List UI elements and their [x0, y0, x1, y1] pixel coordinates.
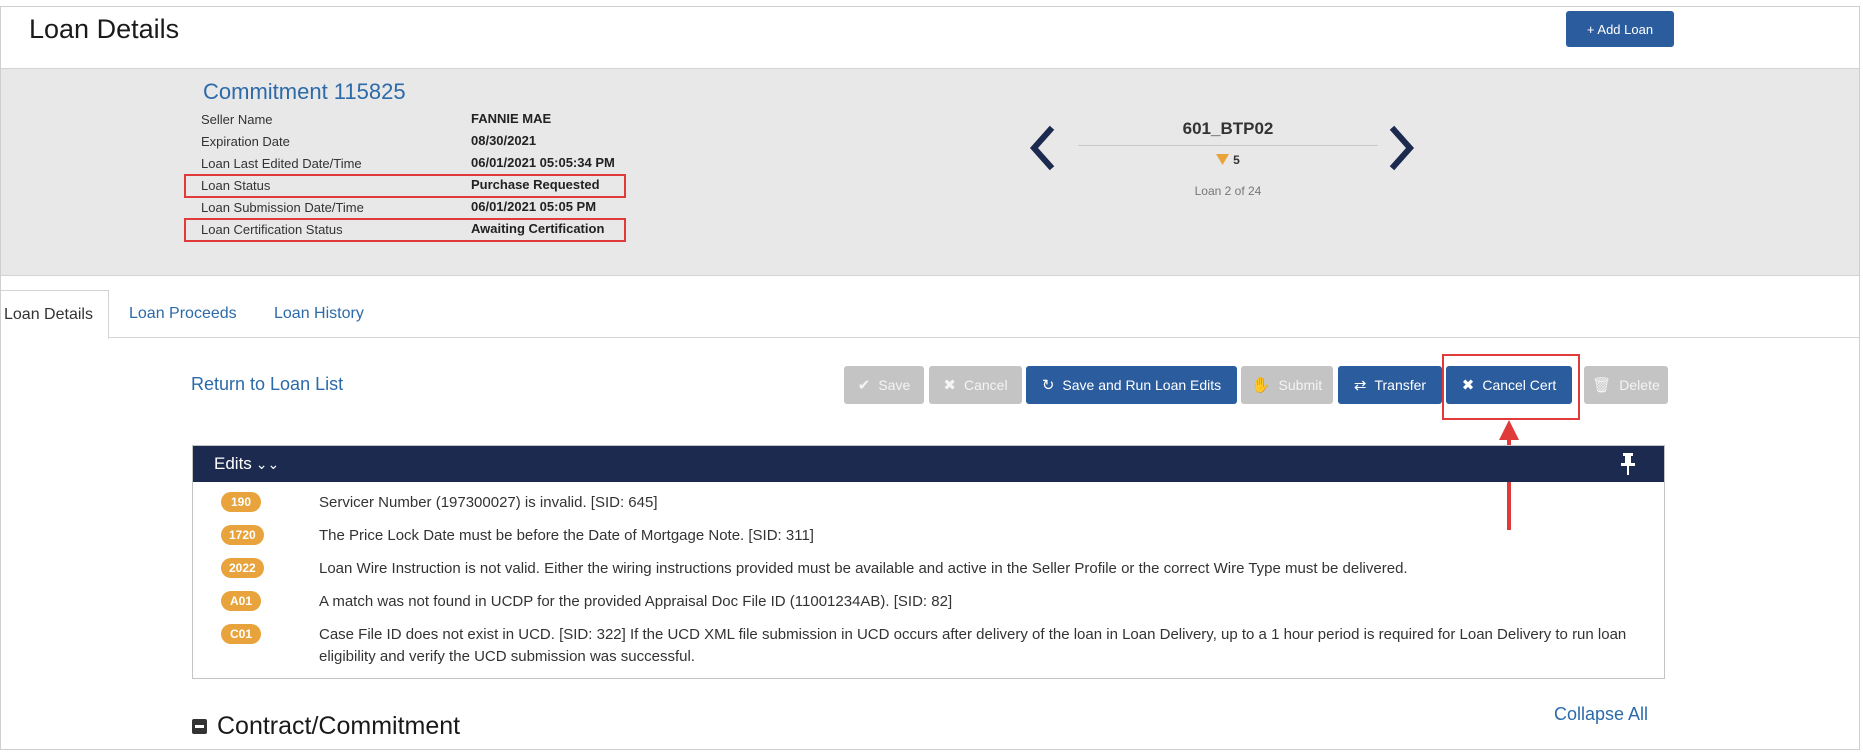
info-value: FANNIE MAE	[471, 111, 552, 126]
transfer-arrows-icon: ⇄	[1353, 376, 1367, 394]
tab-loan-details[interactable]: Loan Details	[1, 290, 109, 339]
save-button-label: Save	[878, 377, 911, 393]
save-and-run-loan-edits-button[interactable]: ↻ Save and Run Loan Edits	[1026, 366, 1237, 404]
cancel-cert-highlight	[1442, 354, 1580, 420]
save-button[interactable]: ✔ Save	[844, 366, 924, 404]
transfer-button[interactable]: ⇄ Transfer	[1338, 366, 1442, 404]
info-label: Loan Status	[201, 178, 271, 193]
edit-code-badge: A01	[221, 591, 261, 611]
edits-title: Edits	[214, 454, 252, 473]
nav-divider	[1078, 145, 1378, 146]
save-run-button-label: Save and Run Loan Edits	[1062, 377, 1222, 393]
tab-loan-proceeds[interactable]: Loan Proceeds	[129, 290, 237, 338]
info-value: 06/01/2021 05:05 PM	[471, 199, 597, 214]
info-row-last-edited: Loan Last Edited Date/Time 06/01/2021 05…	[201, 153, 621, 175]
edits-header[interactable]: Edits ⌄⌄	[193, 446, 1664, 482]
next-loan-chevron-icon[interactable]	[1388, 124, 1418, 172]
double-chevron-down-icon[interactable]: ⌄⌄	[256, 456, 279, 473]
add-loan-button[interactable]: + Add Loan	[1566, 11, 1674, 47]
info-label: Loan Last Edited Date/Time	[201, 156, 362, 171]
edit-code-badge: 2022	[221, 558, 264, 578]
edit-message: Case File ID does not exist in UCD. [SID…	[319, 626, 1627, 665]
edit-count-value: 5	[1233, 152, 1240, 167]
info-value: Awaiting Certification	[471, 221, 605, 236]
loan-summary-panel: Commitment 115825 Seller Name FANNIE MAE…	[1, 68, 1859, 276]
contract-commitment-section-header[interactable]: Contract/Commitment	[192, 712, 460, 741]
edit-code-badge: 1720	[221, 525, 264, 545]
cancel-button[interactable]: ✖ Cancel	[929, 366, 1022, 404]
check-icon: ✔	[857, 376, 871, 394]
edit-message: Loan Wire Instruction is not valid. Eith…	[319, 560, 1408, 577]
info-label: Loan Certification Status	[201, 222, 343, 237]
tab-loan-history[interactable]: Loan History	[274, 290, 364, 338]
info-row-seller-name: Seller Name FANNIE MAE	[201, 109, 621, 131]
return-to-loan-list-link[interactable]: Return to Loan List	[191, 374, 343, 395]
pin-icon[interactable]	[1618, 453, 1638, 475]
info-row-expiration-date: Expiration Date 08/30/2021	[201, 131, 621, 153]
refresh-icon: ↻	[1041, 376, 1055, 394]
section-title: Contract/Commitment	[217, 712, 461, 740]
edit-message: The Price Lock Date must be before the D…	[319, 527, 814, 544]
info-label: Expiration Date	[201, 134, 290, 149]
edit-code-badge: 190	[221, 492, 261, 512]
close-icon: ✖	[943, 376, 956, 394]
info-value: Purchase Requested	[471, 177, 600, 192]
info-value: 08/30/2021	[471, 133, 537, 148]
collapse-minus-icon[interactable]	[192, 719, 207, 734]
submit-button-label: Submit	[1278, 377, 1323, 393]
loan-id: 601_BTP02	[1182, 119, 1274, 138]
info-label: Seller Name	[201, 112, 273, 127]
warning-triangle-icon	[1216, 154, 1230, 165]
delete-button-label: Delete	[1619, 377, 1660, 393]
edit-message: Servicer Number (197300027) is invalid. …	[319, 494, 658, 511]
loan-position: Loan 2 of 24	[1194, 184, 1262, 198]
edits-panel: Edits ⌄⌄ 190 Servicer Number (197300027)…	[192, 445, 1665, 679]
info-label: Loan Submission Date/Time	[201, 200, 364, 215]
previous-loan-chevron-icon[interactable]	[1026, 124, 1056, 172]
info-row-submission-date: Loan Submission Date/Time 06/01/2021 05:…	[201, 197, 621, 219]
transfer-button-label: Transfer	[1374, 377, 1427, 393]
page-title: Loan Details	[29, 14, 180, 44]
info-value: 06/01/2021 05:05:34 PM	[471, 155, 615, 170]
edit-count: 5	[1216, 153, 1240, 167]
commitment-title: Commitment 115825	[203, 79, 406, 104]
delete-button[interactable]: 🗑 Delete	[1584, 366, 1668, 404]
edit-message: A match was not found in UCDP for the pr…	[319, 593, 953, 610]
info-row-certification-status: Loan Certification Status Awaiting Certi…	[184, 218, 626, 242]
tab-bar: Loan Details Loan Proceeds Loan History	[1, 290, 1859, 339]
trash-icon: 🗑	[1592, 376, 1612, 394]
edit-code-badge: C01	[221, 624, 261, 644]
info-row-loan-status: Loan Status Purchase Requested	[184, 174, 626, 198]
thumbs-up-icon: ✋	[1251, 376, 1271, 394]
cancel-button-label: Cancel	[963, 377, 1008, 393]
collapse-all-link[interactable]: Collapse All	[1554, 704, 1648, 725]
submit-button[interactable]: ✋ Submit	[1241, 366, 1333, 404]
loan-navigator: 601_BTP02 5 Loan 2 of 24	[1078, 119, 1378, 198]
